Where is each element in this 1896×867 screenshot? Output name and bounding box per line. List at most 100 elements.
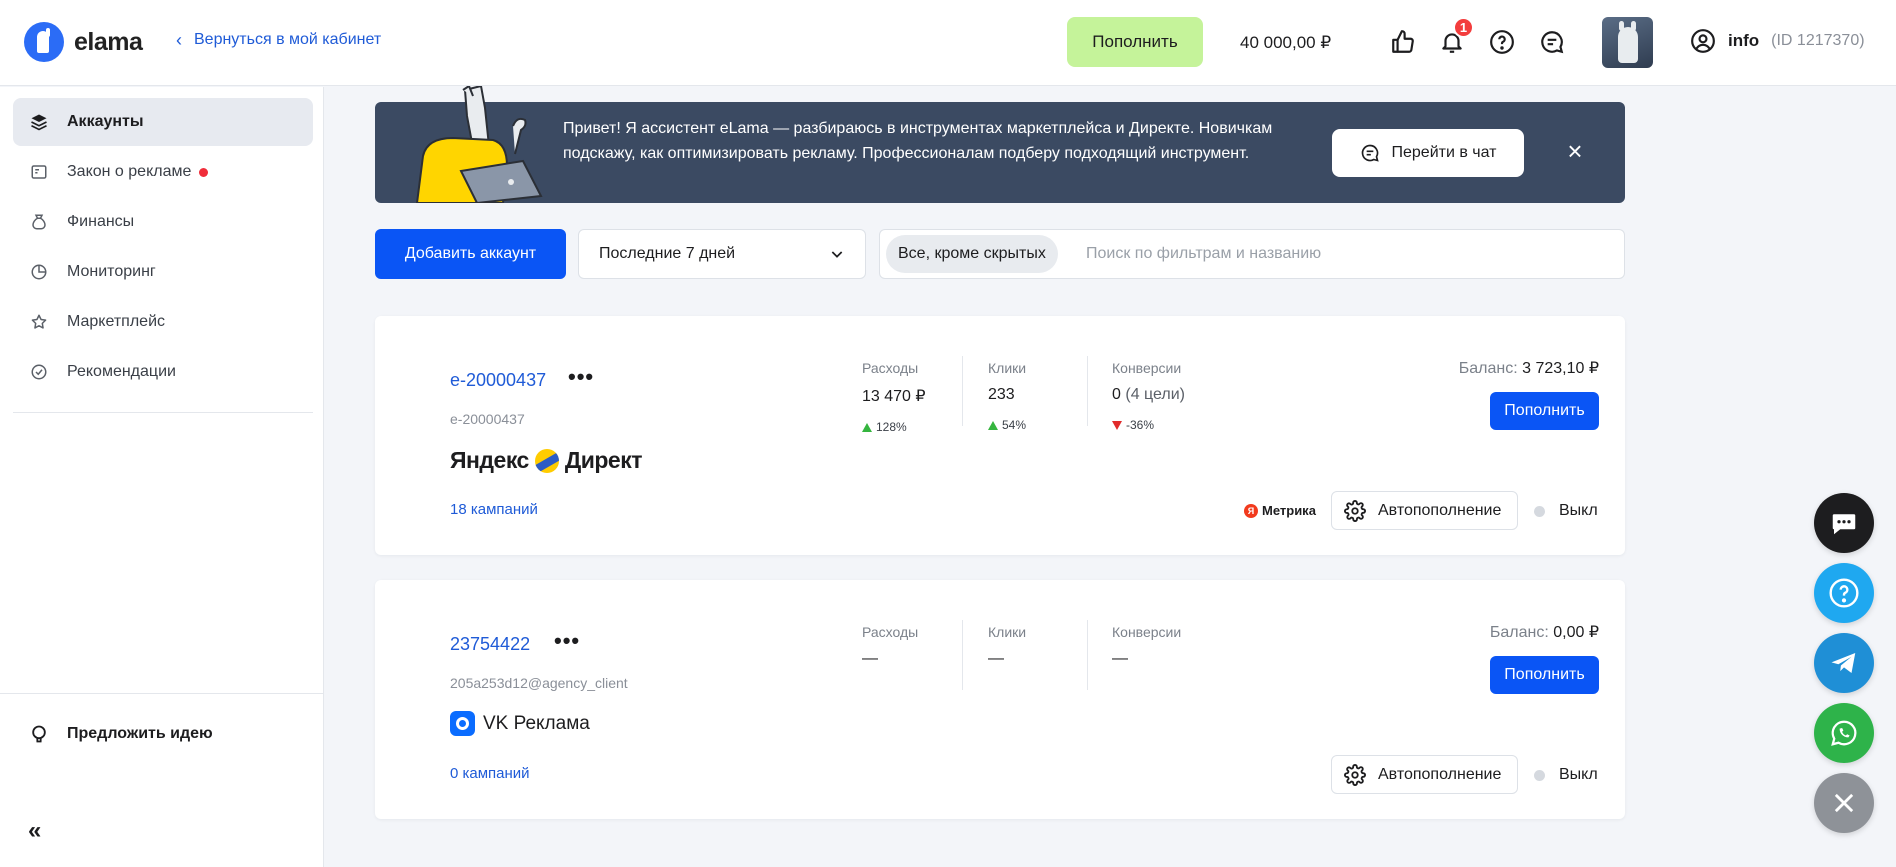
metric-clicks: Клики — <box>988 624 1027 667</box>
header-balance: 40 000,00 ₽ <box>1240 33 1332 52</box>
back-to-cabinet-link[interactable]: ‹ Вернуться в мой кабинет <box>176 31 381 49</box>
elama-logo[interactable]: elama <box>24 22 143 62</box>
sidebar-item-label: Аккаунты <box>67 113 144 130</box>
chat-icon <box>1361 144 1379 162</box>
chat-bubble-icon <box>1832 514 1856 535</box>
account-card: 23754422 ••• 205a253d12@agency_client VK… <box>375 580 1625 819</box>
close-icon <box>1834 793 1854 813</box>
money-bag-icon <box>29 212 49 232</box>
notification-badge: 1 <box>1453 17 1474 38</box>
metric-clicks: Клики 233 54% <box>988 360 1027 432</box>
gear-icon <box>1344 763 1366 786</box>
arrow-up-icon <box>862 422 872 432</box>
go-to-chat-label: Перейти в чат <box>1391 144 1497 161</box>
sidebar: Аккаунты Закон о рекламе Финансы Монитор… <box>0 87 324 867</box>
logo-text: elama <box>74 27 143 56</box>
toggle-dot <box>1534 769 1545 781</box>
banner-text: Привет! Я ассистент eLama — разбираюсь в… <box>563 120 1273 162</box>
back-link-label: Вернуться в мой кабинет <box>194 31 382 48</box>
add-account-button[interactable]: Добавить аккаунт <box>375 229 566 279</box>
help-icon <box>1829 578 1859 608</box>
chevron-down-icon <box>831 251 843 258</box>
yandex-metrika-icon: Я <box>1244 503 1258 518</box>
chevron-left-icon: ‹ <box>176 30 182 50</box>
sidebar-item-monitoring[interactable]: Мониторинг <box>13 248 313 296</box>
topup-button[interactable]: Пополнить <box>1490 656 1599 694</box>
autotopup-toggle[interactable]: Выкл <box>1534 760 1598 790</box>
metric-divider <box>962 356 963 426</box>
gear-icon <box>1344 499 1366 522</box>
chat-icon[interactable] <box>1538 28 1566 56</box>
sidebar-item-label: Маркетплейс <box>67 313 166 330</box>
vk-ads-logo: VK Реклама <box>450 711 590 736</box>
sidebar-divider-bottom <box>0 693 324 694</box>
whatsapp-fab[interactable] <box>1814 703 1874 763</box>
autotopup-button[interactable]: Автопополнение <box>1331 755 1518 794</box>
sidebar-item-finance[interactable]: Финансы <box>13 198 313 246</box>
suggest-idea-link[interactable]: Предложить идею <box>29 724 213 744</box>
help-fab[interactable] <box>1814 563 1874 623</box>
arrow-down-icon <box>1112 420 1122 430</box>
metric-divider <box>962 620 963 690</box>
user-circle-icon <box>1691 29 1715 53</box>
go-to-chat-button[interactable]: Перейти в чат <box>1332 129 1524 177</box>
account-balance: Баланс: 3 723,10 ₽ <box>1458 360 1599 377</box>
chat-bubble-fab[interactable] <box>1814 493 1874 553</box>
account-title[interactable]: e-20000437 <box>450 370 546 391</box>
metric-divider <box>1087 356 1088 426</box>
user-name: info <box>1728 31 1760 50</box>
thumbs-up-icon[interactable] <box>1389 28 1417 56</box>
help-circle-icon[interactable] <box>1488 28 1516 56</box>
header-topup-button[interactable]: Пополнить <box>1067 17 1203 67</box>
user-menu[interactable]: info (ID 1217370) <box>1690 28 1865 54</box>
red-dot-badge <box>199 167 209 177</box>
collapse-sidebar-icon[interactable]: « <box>28 817 41 845</box>
autotopup-button[interactable]: Автопополнение <box>1331 491 1518 530</box>
sidebar-divider <box>13 412 313 413</box>
close-fab[interactable] <box>1814 773 1874 833</box>
toggle-dot <box>1534 505 1545 517</box>
whatsapp-icon <box>1831 720 1857 746</box>
account-card: e-20000437 ••• e-20000437 Яндекс Директ … <box>375 316 1625 555</box>
telegram-fab[interactable] <box>1814 633 1874 693</box>
account-balance: Баланс: 0,00 ₽ <box>1489 624 1599 641</box>
account-title[interactable]: 23754422 <box>450 634 530 655</box>
llama-logo-icon <box>24 22 64 62</box>
yandex-direct-icon <box>534 448 559 473</box>
sidebar-item-ad-law[interactable]: Закон о рекламе <box>13 148 313 196</box>
check-circle-icon <box>29 362 49 382</box>
period-value: Последние 7 дней <box>599 245 736 262</box>
sidebar-item-recommendations[interactable]: Рекомендации <box>13 348 313 396</box>
metrika-badge[interactable]: Я Метрика <box>1244 503 1316 518</box>
layers-icon <box>29 112 49 132</box>
search-box: Все, кроме скрытых <box>879 229 1625 279</box>
metric-conversions: Конверсии 0 (4 цели) -36% <box>1112 360 1185 432</box>
suggest-idea-label: Предложить идею <box>67 725 213 742</box>
arrow-up-icon <box>988 420 998 430</box>
sidebar-item-marketplace[interactable]: Маркетплейс <box>13 298 313 346</box>
account-subtitle: e-20000437 <box>450 411 525 427</box>
campaigns-link[interactable]: 0 кампаний <box>450 765 530 782</box>
user-avatar[interactable] <box>1602 17 1653 68</box>
assistant-banner: Привет! Я ассистент eLama — разбираюсь в… <box>375 86 1625 203</box>
topup-button[interactable]: Пополнить <box>1490 392 1599 430</box>
sidebar-item-label: Закон о рекламе <box>67 163 192 180</box>
metric-spend: Расходы 13 470 ₽ 128% <box>862 360 926 434</box>
search-input[interactable] <box>1086 230 1606 278</box>
more-options-icon[interactable]: ••• <box>554 630 580 652</box>
close-banner-icon[interactable]: × <box>1564 138 1586 164</box>
yandex-direct-logo: Яндекс Директ <box>450 447 642 473</box>
top-header: elama ‹ Вернуться в мой кабинет Пополнит… <box>0 0 1896 86</box>
vk-ads-icon <box>450 711 475 736</box>
autotopup-toggle[interactable]: Выкл <box>1534 496 1598 526</box>
filter-chip[interactable]: Все, кроме скрытых <box>886 235 1058 273</box>
more-options-icon[interactable]: ••• <box>568 366 594 388</box>
star-icon <box>29 312 49 332</box>
account-subtitle: 205a253d12@agency_client <box>450 675 628 691</box>
sidebar-item-accounts[interactable]: Аккаунты <box>13 98 313 146</box>
sidebar-item-label: Рекомендации <box>67 363 176 380</box>
campaigns-link[interactable]: 18 кампаний <box>450 501 538 518</box>
sidebar-item-label: Финансы <box>67 213 135 230</box>
period-select[interactable]: Последние 7 дней <box>578 229 866 279</box>
lightbulb-icon <box>32 725 46 743</box>
